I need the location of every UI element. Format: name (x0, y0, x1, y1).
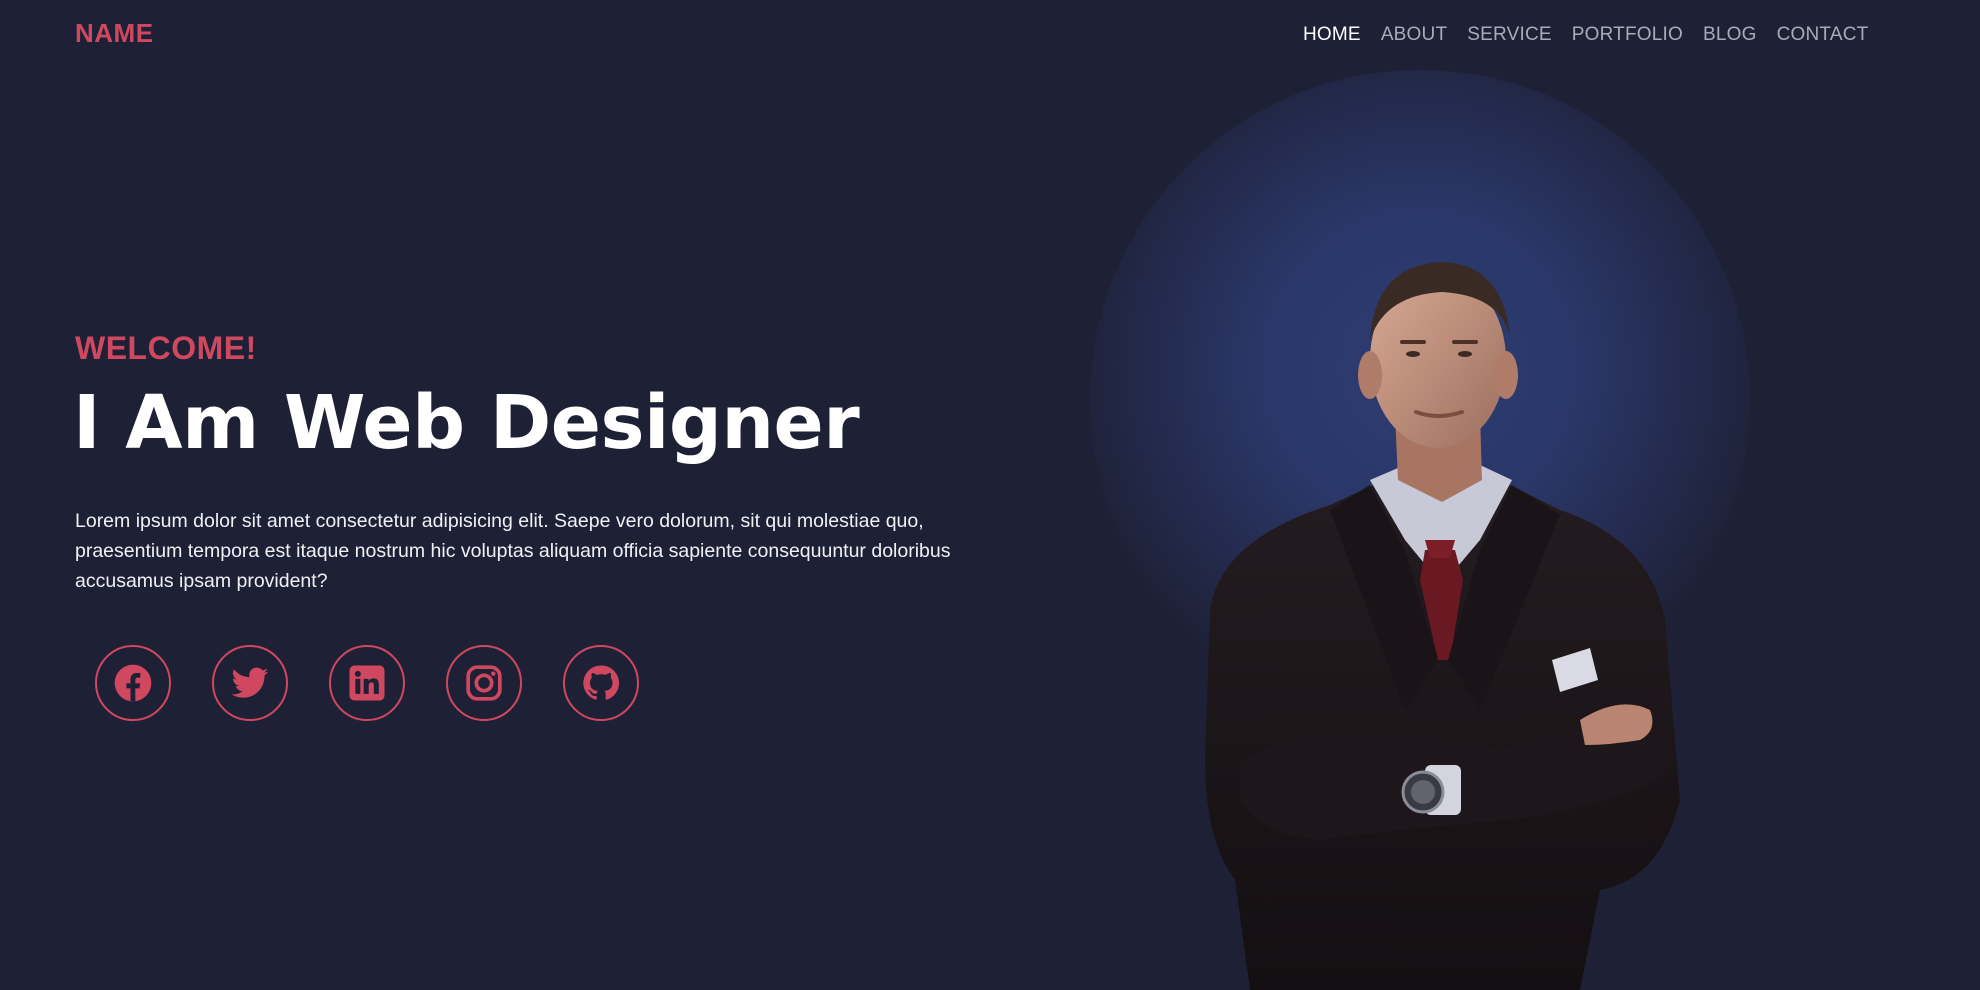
brand-logo[interactable]: NAME (75, 18, 154, 49)
facebook-link[interactable] (95, 645, 171, 721)
nav-item-about[interactable]: ABOUT (1381, 24, 1447, 45)
twitter-icon (231, 667, 269, 698)
nav-item-contact[interactable]: CONTACT (1777, 24, 1869, 45)
linkedin-icon (349, 665, 385, 701)
github-icon (583, 665, 620, 700)
github-link[interactable] (563, 645, 639, 721)
nav-item-portfolio[interactable]: PORTFOLIO (1572, 24, 1683, 45)
welcome-label: WELCOME! (75, 330, 257, 366)
instagram-icon (466, 665, 502, 701)
portrait-image (1205, 262, 1680, 990)
linkedin-link[interactable] (329, 645, 405, 721)
facebook-icon (114, 664, 152, 702)
hero-intro: Lorem ipsum dolor sit amet consectetur a… (75, 510, 951, 592)
social-links (95, 645, 639, 721)
site-header: NAME HOME ABOUT SERVICE PORTFOLIO BLOG C… (0, 0, 1980, 74)
nav-item-service[interactable]: SERVICE (1467, 24, 1551, 45)
instagram-link[interactable] (446, 645, 522, 721)
nav-item-home[interactable]: HOME (1303, 24, 1361, 45)
twitter-link[interactable] (212, 645, 288, 721)
hero-headline: I Am Web Designer (73, 380, 860, 466)
nav-item-blog[interactable]: BLOG (1703, 24, 1757, 45)
